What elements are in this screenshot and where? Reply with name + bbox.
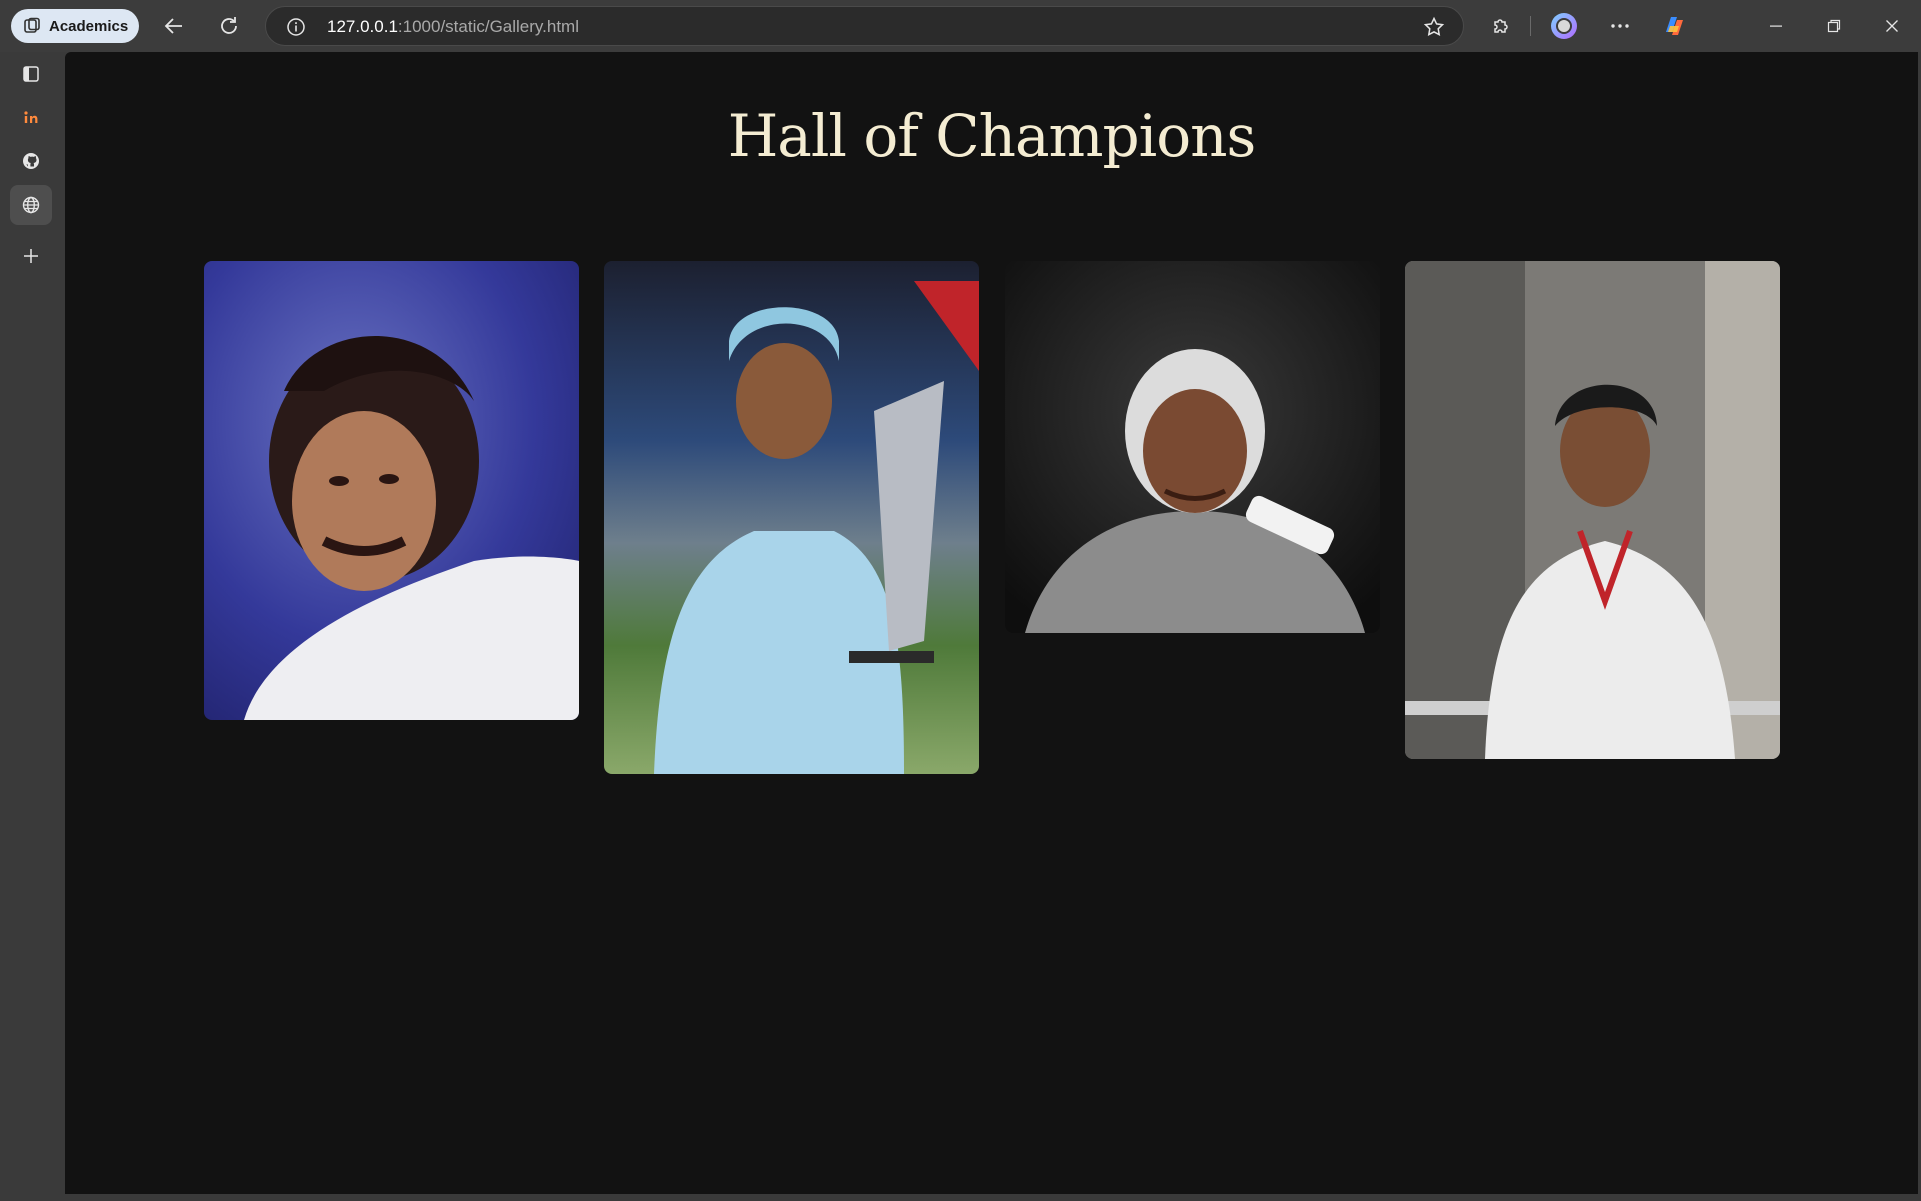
invision-icon <box>24 111 38 123</box>
close-icon <box>1886 20 1898 32</box>
browser-window: Academics 127.0.0.1:1000/static/Gallery.… <box>0 0 1921 1201</box>
back-button[interactable] <box>158 10 190 42</box>
sidebar-toggle-button[interactable] <box>10 54 52 94</box>
minimize-icon <box>1770 25 1782 27</box>
copilot-button[interactable] <box>1658 10 1690 42</box>
page-content: Hall of Champions <box>65 52 1918 1194</box>
profile-button[interactable]: Academics <box>11 9 139 43</box>
toolbar-divider <box>1530 16 1531 36</box>
restore-button[interactable] <box>1818 10 1850 42</box>
browser-sidebar <box>0 52 65 1201</box>
url-path: :1000/static/Gallery.html <box>397 17 579 36</box>
profile-label: Academics <box>49 17 129 35</box>
refresh-button[interactable] <box>213 10 245 42</box>
site-info-icon[interactable] <box>286 17 306 37</box>
sidebar-panel-icon <box>23 66 39 82</box>
url-host: 127.0.0.1 <box>327 17 398 36</box>
url-text: 127.0.0.1:1000/static/Gallery.html <box>327 17 579 37</box>
gallery-image-2[interactable] <box>604 261 979 774</box>
github-icon <box>23 153 39 169</box>
workspace-icon <box>24 17 40 33</box>
profile-avatar-button[interactable] <box>1548 10 1580 42</box>
more-dots-icon <box>1611 24 1629 28</box>
portrait-image <box>1005 261 1380 633</box>
extensions-button[interactable] <box>1485 10 1517 42</box>
back-arrow-icon <box>164 18 182 34</box>
favorite-star-icon[interactable] <box>1423 16 1445 38</box>
restore-icon <box>1827 19 1841 33</box>
sidebar-item-github[interactable] <box>10 141 52 181</box>
plus-icon <box>24 249 38 263</box>
gallery-image-4[interactable] <box>1405 261 1780 759</box>
portrait-image <box>604 261 979 774</box>
sidebar-item-web[interactable] <box>10 185 52 225</box>
sidebar-item-invision[interactable] <box>10 97 52 137</box>
avatar-icon <box>1551 13 1577 39</box>
portrait-image <box>1405 261 1780 759</box>
copilot-icon <box>1666 17 1683 35</box>
page-title: Hall of Champions <box>727 102 1257 170</box>
globe-icon <box>22 196 40 214</box>
portrait-image <box>204 261 579 720</box>
close-button[interactable] <box>1876 10 1908 42</box>
address-bar[interactable]: 127.0.0.1:1000/static/Gallery.html <box>265 6 1464 46</box>
puzzle-icon <box>1494 19 1508 33</box>
browser-toolbar: Academics 127.0.0.1:1000/static/Gallery.… <box>0 0 1921 52</box>
gallery-image-3[interactable] <box>1005 261 1380 633</box>
more-menu-button[interactable] <box>1604 10 1636 42</box>
sidebar-add-button[interactable] <box>10 236 52 276</box>
minimize-button[interactable] <box>1760 10 1792 42</box>
refresh-icon <box>221 17 237 34</box>
gallery-image-1[interactable] <box>204 261 579 720</box>
